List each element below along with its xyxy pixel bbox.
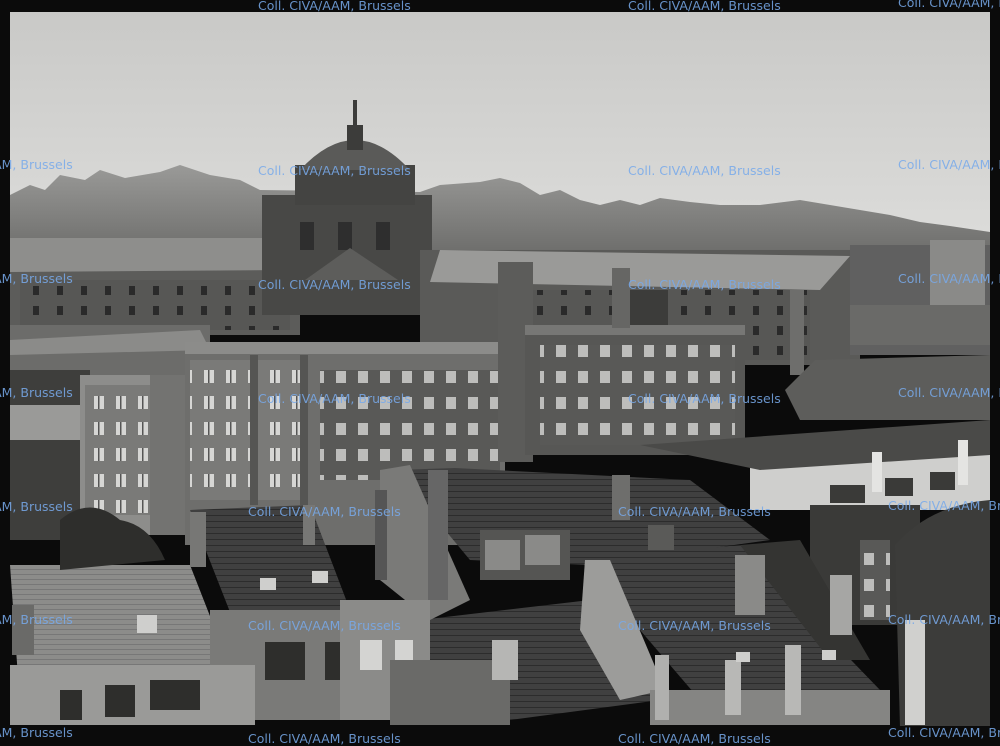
watermark: Coll. CIVA/AAM, Brussels — [898, 157, 1000, 172]
watermark: Coll. CIVA/AAM, Brussels — [888, 498, 1000, 513]
watermark: Coll. CIVA/AAM, Brussels — [618, 618, 771, 633]
watermark: Coll. CIVA/AAM, Brussels — [898, 0, 1000, 10]
watermark: Coll. CIVA/AAM, Brussels — [628, 163, 781, 178]
prison-wing-left-roof — [10, 238, 300, 272]
watermark: Coll. CIVA/AAM, Brussels — [258, 163, 411, 178]
watermark: Coll. CIVA/AAM, Brussels — [628, 0, 781, 13]
watermark: Coll. CIVA/AAM, Brussels — [258, 391, 411, 406]
watermark: Coll. CIVA/AAM, Brussels — [618, 504, 771, 519]
watermark: Coll. CIVA/AAM, Brussels — [248, 618, 401, 633]
watermark: Coll. CIVA/AAM, Brussels — [0, 499, 73, 514]
watermark: Coll. CIVA/AAM, Brussels — [628, 391, 781, 406]
watermark: Coll. CIVA/AAM, Brussels — [0, 725, 73, 740]
watermark: Coll. CIVA/AAM, Brussels — [258, 0, 411, 13]
watermark: Coll. CIVA/AAM, Brussels — [888, 612, 1000, 627]
watermark: Coll. CIVA/AAM, Brussels — [0, 157, 73, 172]
watermark: Coll. CIVA/AAM, Brussels — [888, 725, 1000, 740]
watermark: Coll. CIVA/AAM, Brussels — [0, 385, 73, 400]
watermark: Coll. CIVA/AAM, Brussels — [628, 277, 781, 292]
photo-frame: Coll. CIVA/AAM, Brussels Coll. CIVA/AAM,… — [0, 0, 1000, 746]
watermark: Coll. CIVA/AAM, Brussels — [258, 277, 411, 292]
watermark: Coll. CIVA/AAM, Brussels — [0, 612, 73, 627]
watermark: Coll. CIVA/AAM, Brussels — [898, 271, 1000, 286]
watermark: Coll. CIVA/AAM, Brussels — [248, 504, 401, 519]
archival-photograph — [0, 0, 1000, 746]
watermark: Coll. CIVA/AAM, Brussels — [618, 731, 771, 746]
watermark: Coll. CIVA/AAM, Brussels — [898, 385, 1000, 400]
watermark: Coll. CIVA/AAM, Brussels — [0, 271, 73, 286]
watermark: Coll. CIVA/AAM, Brussels — [248, 731, 401, 746]
